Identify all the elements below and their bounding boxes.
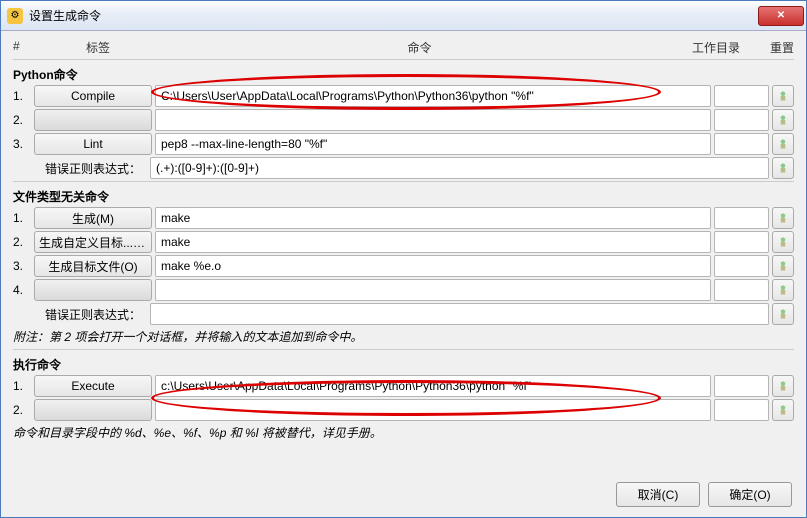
header-wd: 工作目录 (676, 39, 756, 56)
python-label-button-2[interactable] (34, 109, 152, 131)
row-num: 3. (13, 259, 31, 273)
filetype-wd-input-2[interactable] (714, 231, 769, 253)
table-row: 1.Compile (13, 85, 794, 107)
execute-note: 命令和目录字段中的 %d、%e、%f、%p 和 %l 将被替代，详见手册。 (13, 424, 794, 441)
section-filetype-title: 文件类型无关命令 (13, 188, 794, 205)
footer-buttons: 取消(C) 确定(O) (616, 482, 792, 507)
python-cmd-input-3[interactable] (155, 133, 711, 155)
reset-icon-button[interactable] (772, 207, 794, 229)
filetype-cmd-input-4[interactable] (155, 279, 711, 301)
section-python-title: Python命令 (13, 66, 794, 83)
titlebar: ⚙ 设置生成命令 ✕ (1, 1, 806, 31)
reset-icon-button[interactable] (772, 133, 794, 155)
execute-cmd-input-2[interactable] (155, 399, 711, 421)
row-num: 1. (13, 379, 31, 393)
filetype-regex-label: 错误正则表达式： (13, 306, 147, 323)
filetype-label-button-2[interactable]: 生成自定义目标...(T) (34, 231, 152, 253)
row-num: 2. (13, 403, 31, 417)
python-label-button-1[interactable]: Compile (34, 85, 152, 107)
header-num: # (13, 39, 33, 56)
table-row: 2. (13, 399, 794, 421)
filetype-label-button-3[interactable]: 生成目标文件(O) (34, 255, 152, 277)
column-headers: # 标签 命令 工作目录 重置 (13, 39, 794, 60)
header-reset: 重置 (756, 39, 794, 56)
row-num: 4. (13, 283, 31, 297)
table-row: 2.生成自定义目标...(T) (13, 231, 794, 253)
filetype-label-button-4[interactable] (34, 279, 152, 301)
filetype-note: 附注：第 2 项会打开一个对话框，并将输入的文本追加到命令中。 (13, 328, 794, 345)
python-regex-input[interactable] (150, 157, 769, 179)
content-area: # 标签 命令 工作目录 重置 Python命令 1.Compile2.3.Li… (1, 31, 806, 451)
row-num: 2. (13, 235, 31, 249)
table-row: 1.Execute (13, 375, 794, 397)
python-wd-input-2[interactable] (714, 109, 769, 131)
row-num: 1. (13, 211, 31, 225)
reset-icon-button[interactable] (772, 85, 794, 107)
execute-label-button-1[interactable]: Execute (34, 375, 152, 397)
reset-icon-button[interactable] (772, 279, 794, 301)
reset-icon-button[interactable] (772, 375, 794, 397)
table-row: 1.生成(M) (13, 207, 794, 229)
execute-label-button-2[interactable] (34, 399, 152, 421)
table-row: 3.生成目标文件(O) (13, 255, 794, 277)
window-title: 设置生成命令 (29, 7, 758, 24)
reset-icon-button[interactable] (772, 231, 794, 253)
row-num: 2. (13, 113, 31, 127)
reset-icon-button[interactable] (772, 303, 794, 325)
python-wd-input-1[interactable] (714, 85, 769, 107)
filetype-cmd-input-3[interactable] (155, 255, 711, 277)
python-wd-input-3[interactable] (714, 133, 769, 155)
reset-icon-button[interactable] (772, 255, 794, 277)
row-num: 3. (13, 137, 31, 151)
header-cmd: 命令 (163, 39, 676, 56)
section-execute-title: 执行命令 (13, 356, 794, 373)
filetype-cmd-input-1[interactable] (155, 207, 711, 229)
execute-wd-input-2[interactable] (714, 399, 769, 421)
header-label: 标签 (33, 39, 163, 56)
python-regex-label: 错误正则表达式： (13, 160, 147, 177)
filetype-regex-input[interactable] (150, 303, 769, 325)
reset-icon-button[interactable] (772, 399, 794, 421)
close-button[interactable]: ✕ (758, 6, 804, 26)
reset-icon-button[interactable] (772, 109, 794, 131)
filetype-cmd-input-2[interactable] (155, 231, 711, 253)
python-cmd-input-1[interactable] (155, 85, 711, 107)
python-cmd-input-2[interactable] (155, 109, 711, 131)
cancel-button[interactable]: 取消(C) (616, 482, 700, 507)
table-row: 4. (13, 279, 794, 301)
filetype-wd-input-4[interactable] (714, 279, 769, 301)
ok-button[interactable]: 确定(O) (708, 482, 792, 507)
app-icon: ⚙ (7, 8, 23, 24)
filetype-wd-input-3[interactable] (714, 255, 769, 277)
filetype-label-button-1[interactable]: 生成(M) (34, 207, 152, 229)
filetype-wd-input-1[interactable] (714, 207, 769, 229)
table-row: 3.Lint (13, 133, 794, 155)
reset-icon-button[interactable] (772, 157, 794, 179)
execute-wd-input-1[interactable] (714, 375, 769, 397)
row-num: 1. (13, 89, 31, 103)
execute-cmd-input-1[interactable] (155, 375, 711, 397)
python-label-button-3[interactable]: Lint (34, 133, 152, 155)
table-row: 2. (13, 109, 794, 131)
